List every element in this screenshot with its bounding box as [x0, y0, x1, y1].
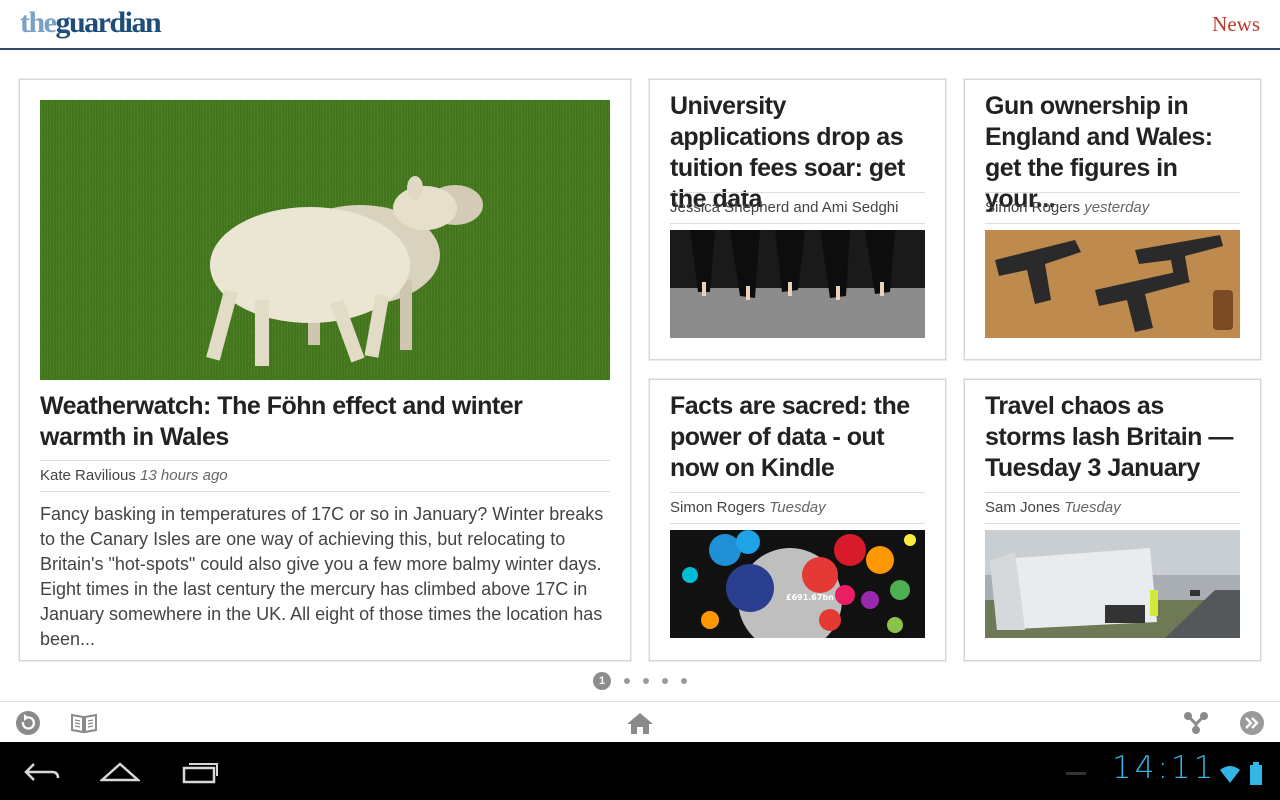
page-dot[interactable]	[662, 678, 668, 684]
page-dot-active[interactable]: 1	[593, 672, 611, 690]
article-headline[interactable]: Facts are sacred: the power of data - ou…	[670, 391, 930, 484]
article-byline: Jessica Shepherd and Ami Sedghi	[670, 192, 925, 224]
article-headline[interactable]: Travel chaos as storms lash Britain — Tu…	[985, 391, 1245, 484]
status-clock[interactable]: 14:11	[1112, 750, 1216, 786]
author: Jessica Shepherd and Ami Sedghi	[670, 199, 899, 216]
wifi-icon	[1218, 764, 1242, 789]
recent-apps-icon[interactable]	[181, 760, 221, 784]
article-byline: Simon Rogers Tuesday	[670, 492, 925, 524]
share-icon[interactable]	[1183, 710, 1209, 736]
graduates-image	[670, 230, 925, 338]
article-byline: Sam Jones Tuesday	[985, 492, 1240, 524]
timestamp: Tuesday	[769, 499, 826, 516]
author: Simon Rogers	[985, 199, 1081, 216]
article-card[interactable]: Travel chaos as storms lash Britain — Tu…	[964, 379, 1261, 661]
section-title[interactable]: News	[1212, 12, 1260, 37]
author: Simon Rogers	[670, 499, 766, 516]
page-dot[interactable]	[643, 678, 649, 684]
home-icon[interactable]	[626, 710, 654, 736]
home-nav-icon[interactable]	[98, 760, 142, 784]
overturned-lorry-image	[985, 530, 1240, 638]
article-card[interactable]: Gun ownership in England and Wales: get …	[964, 79, 1261, 360]
timestamp: yesterday	[1084, 199, 1150, 216]
notification-dash	[1066, 772, 1086, 775]
timestamp: 13 hours ago	[140, 467, 228, 484]
article-grid: Weatherwatch: The Föhn effect and winter…	[0, 50, 1280, 701]
article-card[interactable]: Facts are sacred: the power of data - ou…	[649, 379, 946, 661]
timestamp: Tuesday	[1064, 499, 1121, 516]
guns-image	[985, 230, 1240, 338]
page-dot[interactable]	[681, 678, 687, 684]
system-navigation-bar: 14:11	[0, 742, 1280, 800]
app-header: theguardian News	[0, 0, 1280, 50]
author: Kate Ravilious	[40, 467, 136, 484]
bottom-toolbar	[0, 701, 1280, 742]
main-article-byline: Kate Ravilious 13 hours ago	[40, 460, 610, 492]
main-article-card[interactable]: Weatherwatch: The Föhn effect and winter…	[19, 79, 631, 661]
page-dot[interactable]	[624, 678, 630, 684]
main-article-summary: Fancy basking in temperatures of 17C or …	[40, 504, 604, 649]
author: Sam Jones	[985, 499, 1061, 516]
reading-list-icon[interactable]	[70, 710, 98, 736]
bubble-label: £691.67bn	[786, 593, 834, 602]
lambs-image	[40, 100, 610, 380]
guardian-logo[interactable]: theguardian	[20, 6, 162, 40]
article-byline: Simon Rogers yesterday	[985, 192, 1240, 224]
back-icon[interactable]	[22, 760, 62, 784]
article-card[interactable]: University applications drop as tuition …	[649, 79, 946, 360]
main-article-headline[interactable]: Weatherwatch: The Föhn effect and winter…	[40, 391, 612, 453]
next-icon[interactable]	[1239, 710, 1265, 736]
page-indicator[interactable]: 1	[593, 672, 687, 690]
battery-icon	[1249, 762, 1263, 791]
data-bubbles-image: £691.67bn	[670, 530, 925, 638]
refresh-icon[interactable]	[15, 710, 41, 736]
